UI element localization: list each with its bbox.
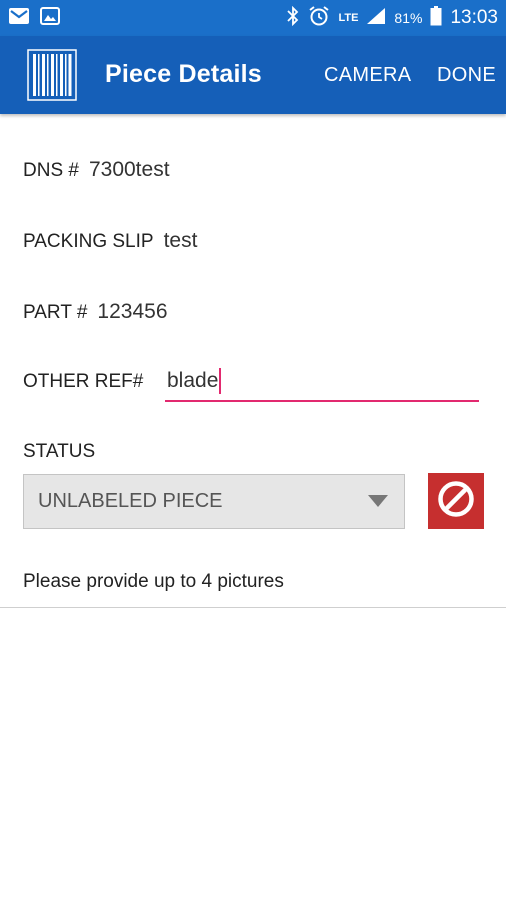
dns-row: DNS # 7300test: [23, 158, 170, 182]
dns-value: 7300test: [88, 158, 170, 181]
part-label: PART #: [23, 302, 88, 323]
other-ref-input[interactable]: blade: [165, 362, 479, 402]
alarm-icon: [308, 5, 330, 32]
dns-label: DNS #: [23, 160, 79, 181]
app-bar: Piece Details CAMERA DONE: [0, 36, 506, 114]
status-dropdown[interactable]: UNLABELED PIECE: [23, 474, 405, 529]
part-value: 123456: [97, 300, 168, 323]
signal-icon: [366, 7, 386, 30]
barcode-icon: [26, 48, 78, 102]
other-ref-value: blade: [167, 369, 219, 392]
status-bar: LTE 81% 13:03: [0, 0, 506, 36]
gmail-icon: [8, 7, 30, 30]
done-button[interactable]: DONE: [437, 64, 496, 87]
prohibit-icon: [436, 479, 476, 524]
other-ref-label: OTHER REF#: [23, 371, 144, 392]
status-label: STATUS: [23, 441, 96, 462]
part-row: PART # 123456: [23, 300, 168, 324]
divider: [0, 607, 506, 608]
pictures-hint: Please provide up to 4 pictures: [23, 571, 284, 592]
network-type: LTE: [338, 12, 359, 24]
text-cursor: [219, 368, 222, 394]
status-selected-value: UNLABELED PIECE: [38, 490, 223, 512]
dropdown-arrow-icon: [368, 495, 388, 507]
clock-time: 13:03: [450, 7, 498, 28]
gallery-icon: [40, 6, 60, 30]
bluetooth-icon: [286, 5, 300, 31]
packing-slip-row: PACKING SLIP test: [23, 229, 197, 253]
packing-slip-value: test: [163, 229, 198, 252]
clear-status-button[interactable]: [428, 473, 484, 529]
battery-percent: 81%: [394, 10, 423, 26]
packing-slip-label: PACKING SLIP: [23, 231, 154, 252]
camera-button[interactable]: CAMERA: [324, 64, 411, 87]
battery-icon: [430, 5, 442, 31]
page-title: Piece Details: [105, 60, 262, 88]
